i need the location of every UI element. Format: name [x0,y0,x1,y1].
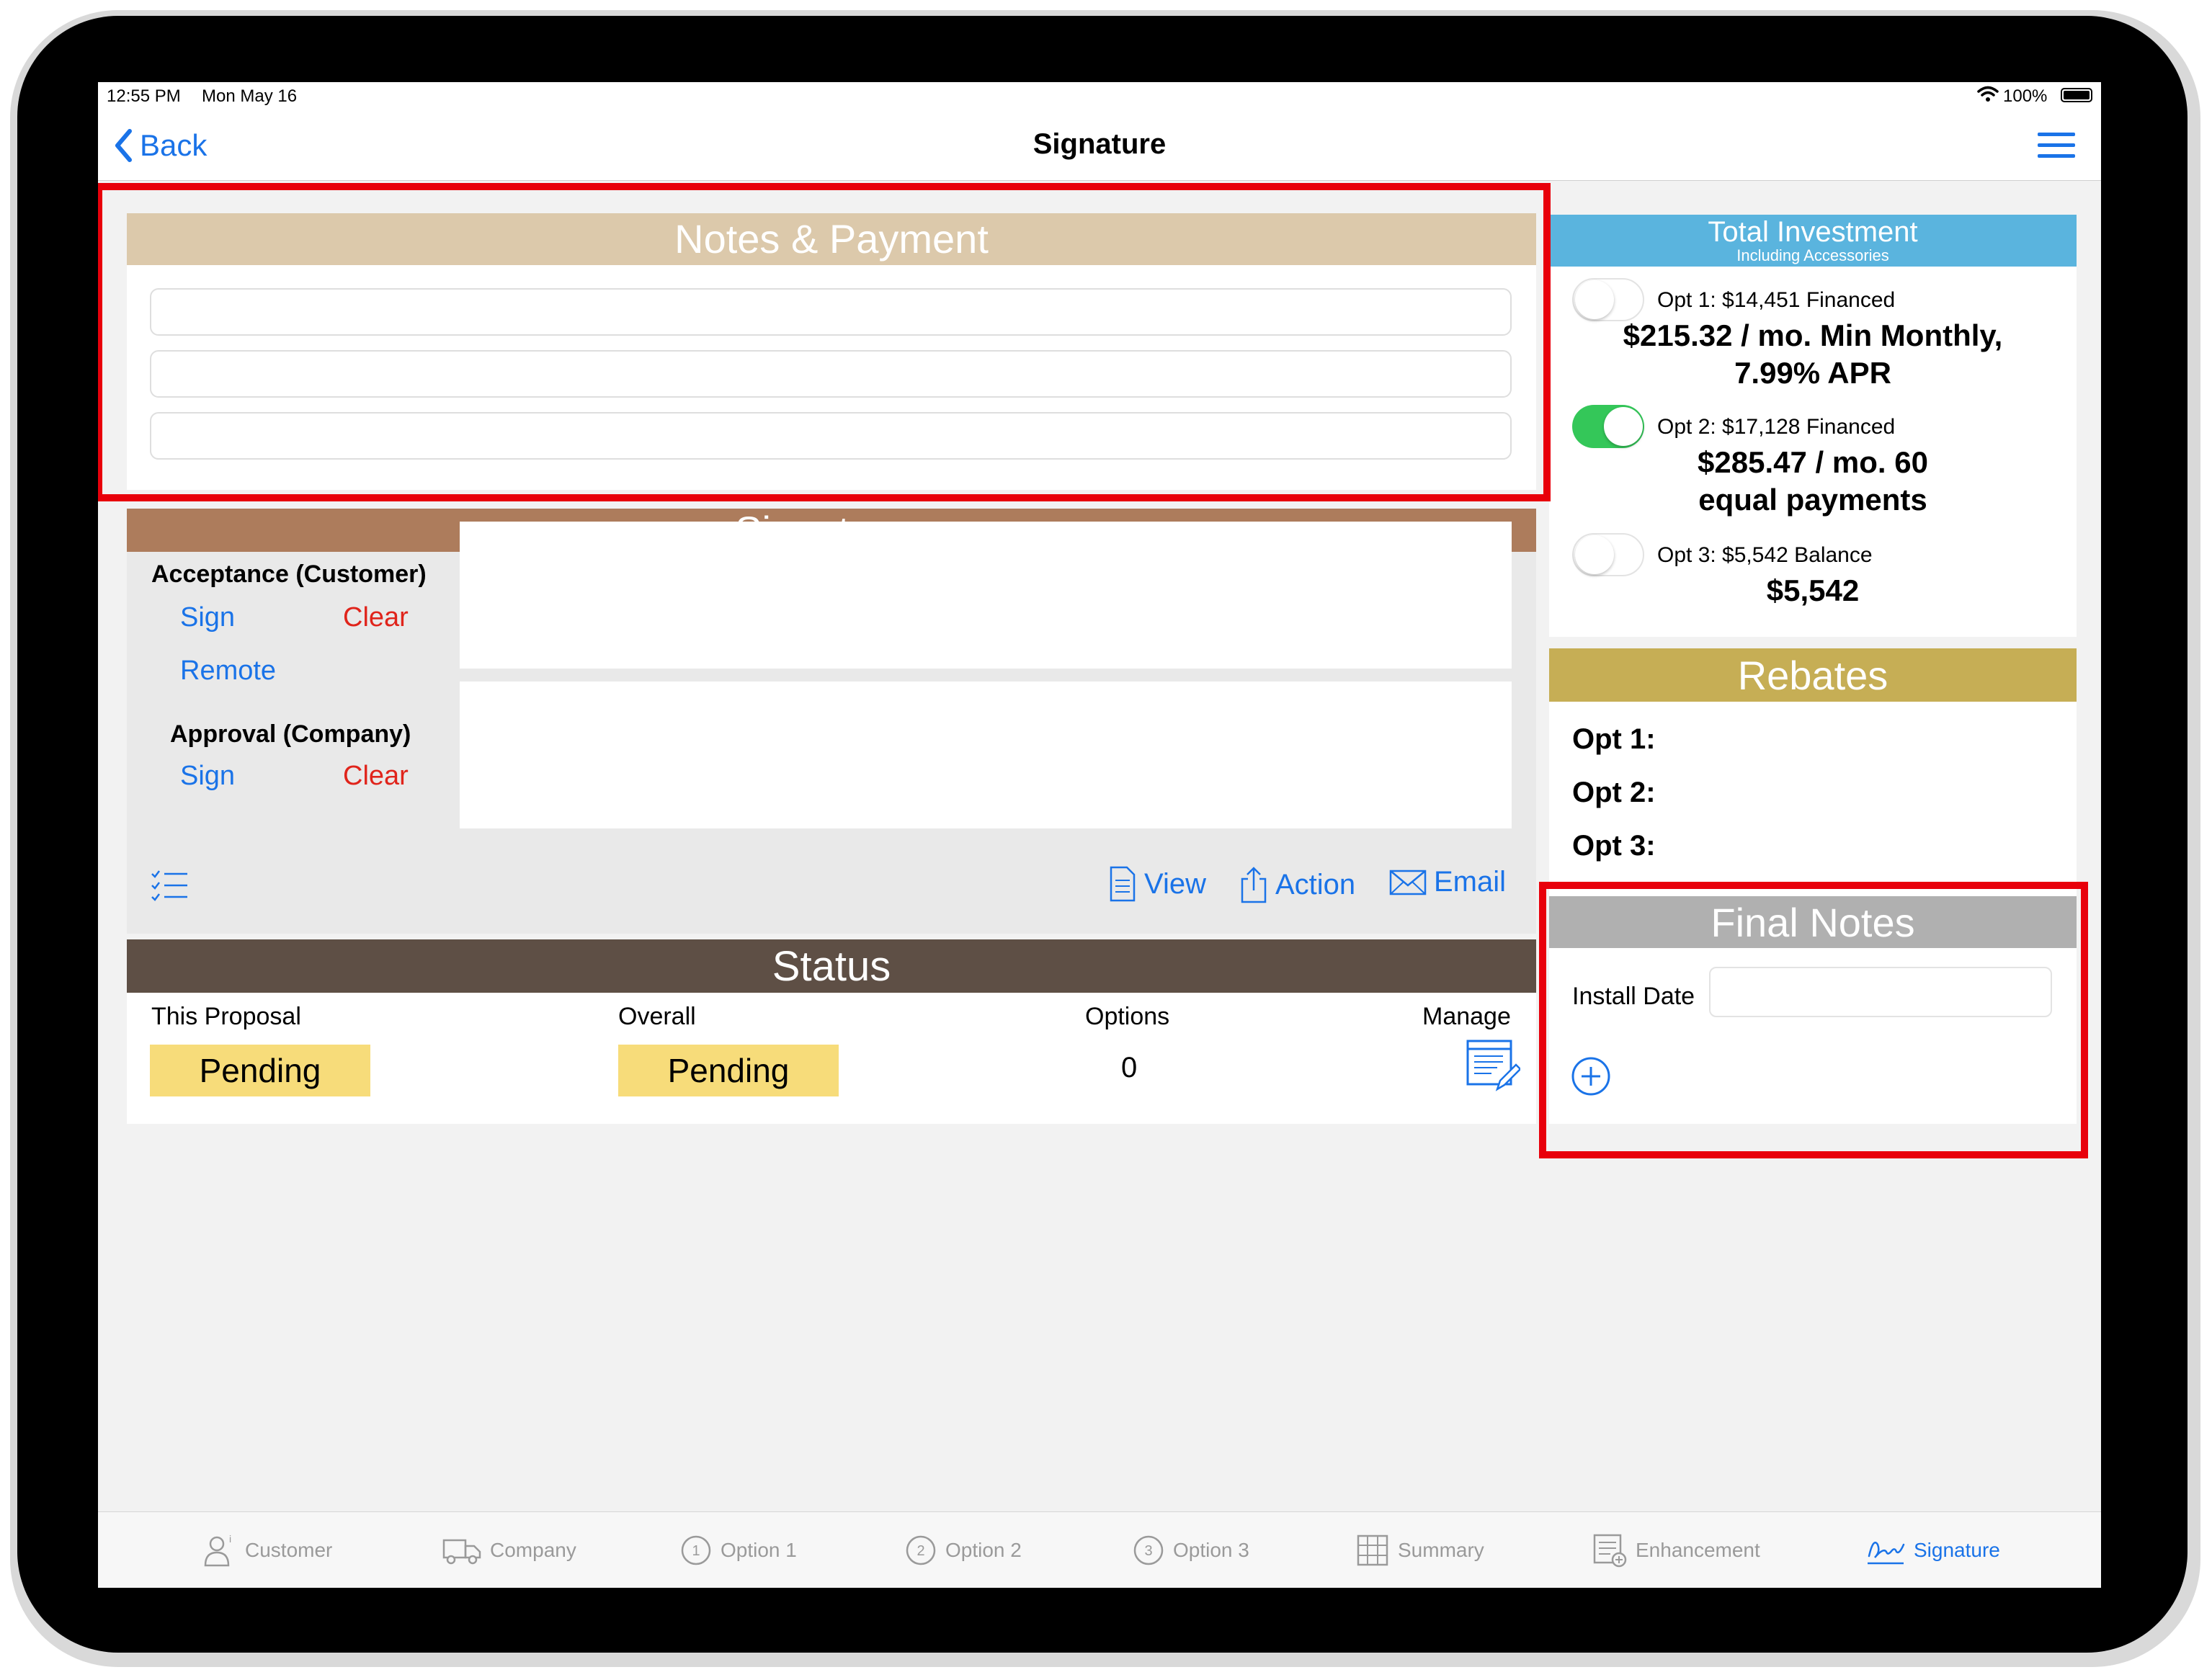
tab-customer[interactable]: i Customer [203,1532,332,1568]
toggle-knob [1604,407,1643,446]
status-date: Mon May 16 [202,86,298,106]
tab-option-1[interactable]: 1 Option 1 [680,1532,797,1568]
option-2-toggle[interactable] [1572,405,1644,448]
option-3-amount: $5,542 [1766,573,1860,607]
acceptance-label: Acceptance (Customer) [151,560,427,588]
hamburger-menu-icon[interactable] [2036,131,2077,160]
tab-label: Option 1 [721,1539,797,1561]
action-button[interactable]: Action [1239,866,1355,903]
enhancement-icon [1593,1534,1627,1568]
options-count: 0 [1121,1052,1138,1083]
approval-label: Approval (Company) [170,720,411,748]
option-1-label: Opt 1: $14,451 Financed [1657,288,1896,312]
customer-icon: i [204,1534,231,1567]
options-label: Options [1085,1003,1170,1030]
notes-payment-highlight [98,183,1551,501]
svg-text:2: 2 [917,1543,924,1559]
total-investment-header: Total Investment Including Accessories [1549,215,2077,267]
svg-text:3: 3 [1144,1543,1152,1559]
this-proposal-status-badge[interactable]: Pending [150,1045,370,1096]
email-button[interactable]: Email [1389,866,1506,898]
option-1-apr: 7.99% APR [1734,356,1891,390]
wifi-icon [1977,85,1999,107]
status-header: Status [127,939,1536,993]
option-3-label: Opt 3: $5,542 Balance [1657,543,1873,567]
rebate-option-3: Opt 3: [1572,830,1656,862]
option-3-toggle[interactable] [1572,533,1644,576]
navigation-bar: Back Signature [98,111,2101,181]
overall-status-badge[interactable]: Pending [618,1045,839,1096]
battery-icon [2061,88,2092,102]
tab-option-2[interactable]: 2 Option 2 [905,1532,1022,1568]
tab-label: Signature [1914,1539,2000,1561]
summary-icon [1357,1534,1388,1566]
manage-label: Manage [1422,1003,1511,1030]
tab-label: Enhancement [1636,1539,1760,1561]
option-2-label: Opt 2: $17,128 Financed [1657,415,1896,439]
svg-text:1: 1 [692,1543,700,1559]
bottom-tab-bar: i Customer Company 1 Option 1 2 Option 2… [98,1511,2101,1588]
option-2-icon: 2 [906,1535,936,1565]
approval-sign-button[interactable]: Sign [180,761,235,792]
final-notes-highlight [1539,882,2088,1158]
rebates-header: Rebates [1549,648,2077,702]
acceptance-clear-button[interactable]: Clear [343,602,409,633]
view-button[interactable]: View [1108,866,1206,902]
page-title: Signature [1033,128,1167,160]
share-icon [1241,867,1267,903]
view-label: View [1144,867,1206,900]
option-1-icon: 1 [681,1535,711,1565]
rebate-option-2: Opt 2: [1572,777,1656,808]
acceptance-sign-button[interactable]: Sign [180,602,235,633]
rebate-option-1: Opt 1: [1572,723,1656,755]
approval-signature-box[interactable] [460,682,1512,828]
total-investment-panel: Total Investment Including Accessories O… [1549,215,2077,637]
checklist-icon[interactable] [150,869,190,907]
battery-percent: 100% [2003,86,2048,106]
tab-company[interactable]: Company [442,1532,576,1568]
truck-icon [442,1539,481,1565]
signature-icon [1868,1542,1905,1565]
tab-signature[interactable]: Signature [1866,1532,2000,1568]
acceptance-signature-box[interactable] [460,522,1512,669]
this-proposal-label: This Proposal [151,1003,301,1030]
manage-edit-icon[interactable] [1466,1039,1522,1097]
total-investment-subtitle: Including Accessories [1736,246,1889,264]
option-1-toggle[interactable] [1572,278,1644,321]
signatures-panel: Signatures Acceptance (Customer) Sign Cl… [127,509,1536,934]
tab-label: Summary [1398,1539,1484,1561]
tab-enhancement[interactable]: Enhancement [1592,1532,1760,1568]
option-3-icon: 3 [1133,1535,1164,1565]
status-panel: Status This Proposal Overall Options Man… [127,939,1536,1124]
tab-label: Company [490,1539,576,1561]
action-label: Action [1275,868,1356,901]
tab-label: Option 3 [1173,1539,1249,1561]
app-screen: 12:55 PM Mon May 16 100% Back Signature [98,82,2101,1588]
tab-label: Option 2 [945,1539,1022,1561]
envelope-icon [1389,870,1427,895]
tab-summary[interactable]: Summary [1356,1532,1484,1568]
email-label: Email [1434,866,1507,898]
overall-label: Overall [618,1003,696,1030]
option-2-payment: $285.47 / mo. 60 [1698,445,1928,479]
document-icon [1110,866,1136,902]
approval-clear-button[interactable]: Clear [343,761,409,792]
tab-option-3[interactable]: 3 Option 3 [1133,1532,1249,1568]
svg-text:i: i [229,1534,231,1545]
status-bar: 12:55 PM Mon May 16 100% [98,82,2101,111]
toggle-knob [1575,280,1614,319]
toggle-knob [1575,535,1614,574]
status-time: 12:55 PM [107,86,181,106]
tab-label: Customer [245,1539,333,1561]
option-2-terms: equal payments [1698,483,1927,517]
option-1-payment: $215.32 / mo. Min Monthly, [1623,318,2003,352]
remote-sign-button[interactable]: Remote [180,656,276,687]
total-investment-title: Total Investment [1708,216,1918,248]
